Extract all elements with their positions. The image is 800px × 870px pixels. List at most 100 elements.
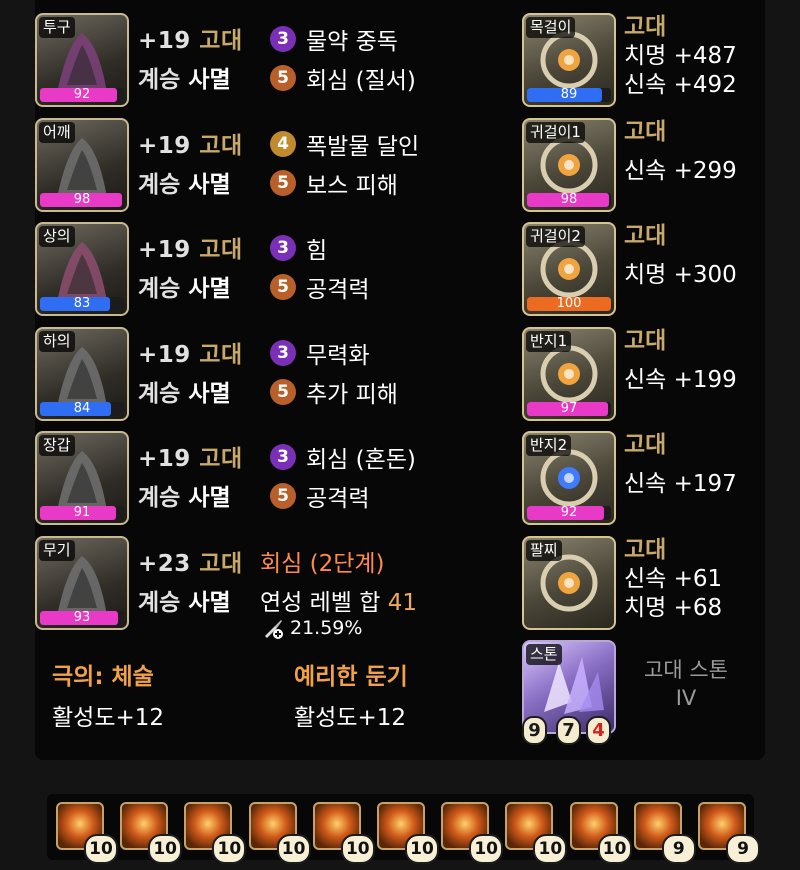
ability-value-2: 활성도+12: [294, 705, 407, 731]
accessory-tier: 고대: [624, 14, 667, 40]
set-name: 사멸: [188, 172, 231, 198]
accessory-tier: 고대: [624, 328, 667, 354]
accessory-slot-1[interactable]: 귀걸이1 98: [522, 118, 616, 212]
slot-label: 어깨: [39, 122, 75, 143]
equip-slot-0[interactable]: 투구 92: [35, 13, 129, 107]
stone-tier: 고대 스톤 IV: [621, 656, 751, 712]
engraving-0: 3 무력화: [270, 336, 369, 370]
stone-tier-grade: IV: [675, 686, 697, 710]
gem-level: 10: [212, 834, 247, 864]
gem-10[interactable]: 9: [698, 802, 760, 864]
engraving-level-badge: 3: [270, 235, 296, 261]
quality-value: 97: [560, 402, 578, 416]
gem-3[interactable]: 10: [248, 802, 311, 864]
equip-slot-5[interactable]: 무기 93: [35, 536, 129, 630]
quality-value: 92: [73, 88, 91, 102]
accessory-info: 고대 신속 +61 치명 +68: [624, 536, 722, 623]
refine-value: +23: [138, 551, 191, 577]
succession-label: 계승: [138, 172, 181, 198]
equip-slot-2[interactable]: 상의 83: [35, 222, 129, 316]
succession-label: 계승: [138, 276, 181, 302]
accessory-stat: 치명 +300: [624, 262, 737, 288]
engraving-level-badge: 5: [270, 170, 296, 196]
accessory-slot-5[interactable]: 팔찌: [522, 536, 616, 630]
succession-set: 계승 사멸: [138, 60, 231, 94]
accessory-info: 고대 신속 +299: [624, 118, 737, 186]
engraving-level-badge: 4: [270, 131, 296, 157]
slot-label: 팔찌: [526, 540, 562, 561]
succession-label: 계승: [138, 590, 181, 616]
stone-level-3: 4: [586, 716, 611, 745]
quality-value: 91: [73, 506, 91, 520]
item-tier: 고대: [199, 237, 243, 263]
accessory-tier: 고대: [624, 537, 667, 563]
equip-slot-1[interactable]: 어깨 98: [35, 118, 129, 212]
gem-level: 9: [661, 834, 696, 864]
succession-set: 계승 사멸: [138, 478, 231, 512]
quality-bar: 92: [527, 506, 611, 520]
accessory-stat: 신속 +492: [624, 72, 737, 98]
gem-0[interactable]: 10: [56, 802, 118, 864]
gem-level: 10: [533, 834, 568, 864]
set-name: 사멸: [188, 67, 231, 93]
engraving-name: 회심 (혼돈): [306, 447, 416, 473]
equip-slot-3[interactable]: 하의 84: [35, 327, 129, 421]
engraving-level-badge: 5: [270, 65, 296, 91]
gem-8[interactable]: 10: [569, 802, 632, 864]
quality-bar: 84: [40, 402, 124, 416]
accessory-stat: 신속 +197: [624, 471, 737, 497]
engraving-1: 5 공격력: [270, 479, 369, 513]
gem-6[interactable]: 10: [441, 802, 504, 864]
equip-slot-4[interactable]: 장갑 91: [35, 431, 129, 525]
engraving-name: 보스 피해: [306, 173, 398, 199]
set-name: 사멸: [188, 590, 231, 616]
accessory-info: 고대 신속 +197: [624, 431, 737, 499]
gem-level: 10: [469, 834, 504, 864]
item-tier: 고대: [199, 133, 243, 159]
quality-value: 83: [73, 297, 91, 311]
accessory-slot-4[interactable]: 반지2 92: [522, 431, 616, 525]
succession-set: 계승 사멸: [138, 583, 231, 617]
quality-bar: 100: [527, 297, 611, 311]
engraving-name: 무력화: [306, 343, 370, 369]
stone-slot-label: 스톤: [526, 644, 562, 665]
engraving-1: 5 보스 피해: [270, 166, 398, 200]
refine-level: +19 고대: [138, 439, 243, 473]
slot-label: 상의: [39, 226, 75, 247]
slot-label: 장갑: [39, 435, 75, 456]
slot-label: 귀걸이1: [526, 122, 585, 143]
engraving-1: 5 회심 (질서): [270, 61, 416, 95]
accessory-slot-0[interactable]: 목걸이 89: [522, 13, 616, 107]
slot-label: 귀걸이2: [526, 226, 585, 247]
gem-7[interactable]: 10: [505, 802, 568, 864]
quality-bar: 98: [527, 193, 611, 207]
gem-4[interactable]: 10: [312, 802, 375, 864]
engraving-level-badge: 5: [270, 274, 296, 300]
slot-label: 반지2: [526, 435, 572, 456]
ability-name-2: 예리한 둔기: [294, 664, 408, 690]
accessory-tier: 고대: [624, 119, 667, 145]
accessory-info: 고대 치명 +487 신속 +492: [624, 13, 737, 100]
gem-9[interactable]: 9: [633, 802, 696, 864]
engraving-level-badge: 5: [270, 379, 296, 405]
gem-5[interactable]: 10: [377, 802, 439, 864]
elixir-level: 41: [387, 590, 418, 616]
engraving-name: 추가 피해: [306, 382, 398, 408]
engraving-name: 폭발물 달인: [306, 134, 420, 160]
gem-2[interactable]: 10: [184, 802, 247, 864]
quality-value: 98: [560, 193, 578, 207]
engraving-0: 3 물약 중독: [270, 22, 398, 56]
engraving-0: 3 회심 (혼돈): [270, 440, 416, 474]
gem-1[interactable]: 10: [120, 802, 183, 864]
succession-set: 계승 사멸: [138, 374, 231, 408]
accessory-tier: 고대: [624, 223, 667, 249]
accessory-slot-2[interactable]: 귀걸이2 100: [522, 222, 616, 316]
refine-value: +19: [138, 28, 191, 54]
engraving-name: 힘: [306, 238, 328, 264]
accessory-slot-3[interactable]: 반지1 97: [522, 327, 616, 421]
succession-label: 계승: [138, 485, 181, 511]
engraving-level-badge: 5: [270, 483, 296, 509]
